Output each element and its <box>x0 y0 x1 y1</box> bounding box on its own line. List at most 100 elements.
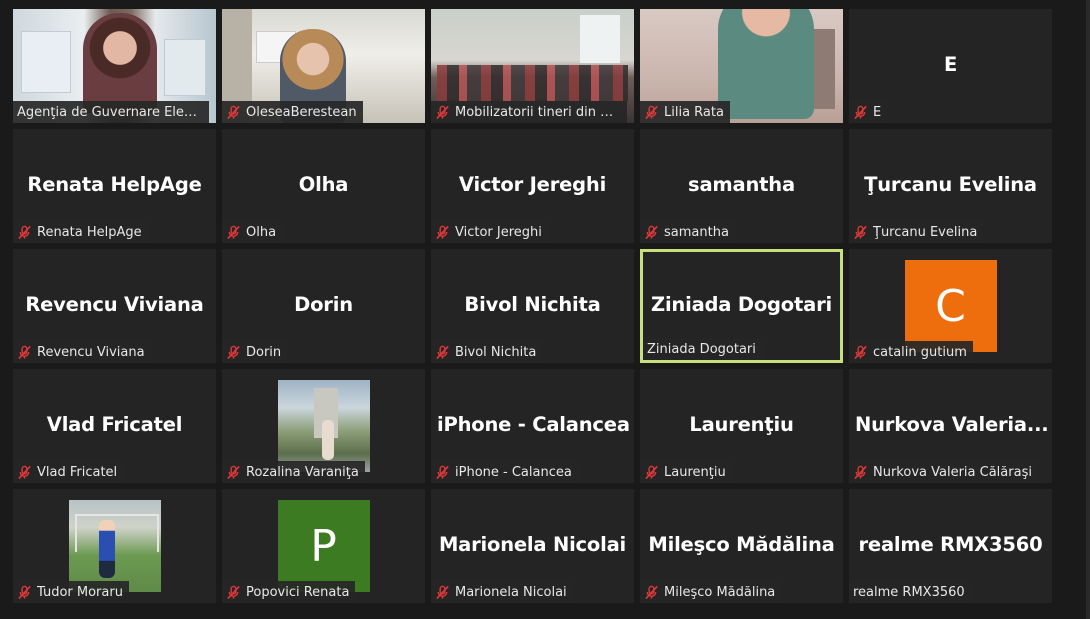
participant-display-name: Olha <box>298 173 349 196</box>
participant-name: Popovici Renata <box>246 584 350 600</box>
mic-muted-icon <box>645 105 658 119</box>
participant-name-label: Mobilizatorii tineri din or... <box>431 101 627 123</box>
participant-tile[interactable]: Marionela Nicolai Marionela Nicolai <box>431 489 634 603</box>
mic-muted-icon <box>227 465 240 479</box>
participant-name-label: Renata HelpAge <box>13 221 148 243</box>
participant-tile[interactable]: iPhone - Calancea iPhone - Calancea <box>431 369 634 483</box>
participant-tile[interactable]: Revencu Viviana Revencu Viviana <box>13 249 216 363</box>
participant-name: Dorin <box>246 344 282 360</box>
participant-name-label: E <box>849 101 888 123</box>
participant-tile[interactable]: Dorin Dorin <box>222 249 425 363</box>
participant-name-label: iPhone - Calancea <box>431 461 578 483</box>
mic-muted-icon <box>436 465 449 479</box>
mic-muted-icon <box>18 345 31 359</box>
participant-display-name: Dorin <box>294 293 353 316</box>
participant-name: Mobilizatorii tineri din or... <box>455 104 621 120</box>
participant-name: Olha <box>246 224 277 240</box>
participant-name: Mileşco Mădălina <box>664 584 776 600</box>
mic-muted-icon <box>18 225 31 239</box>
participant-name-label: Marionela Nicolai <box>431 581 573 603</box>
participant-name-label: Tudor Moraru <box>13 581 129 603</box>
mic-muted-icon <box>645 225 658 239</box>
participant-name-label: samantha <box>640 221 735 243</box>
participant-name: Laurenţiu <box>664 464 726 480</box>
participant-display-name: iPhone - Calancea <box>437 413 630 436</box>
participant-tile[interactable]: Vlad Fricatel Vlad Fricatel <box>13 369 216 483</box>
participant-name: Marionela Nicolai <box>455 584 567 600</box>
participant-tile[interactable]: samantha samantha <box>640 129 843 243</box>
mic-muted-icon <box>854 345 867 359</box>
mic-muted-icon <box>227 585 240 599</box>
participant-name-label: Mileşco Mădălina <box>640 581 782 603</box>
participant-tile[interactable]: Mileşco Mădălina Mileşco Mădălina <box>640 489 843 603</box>
participant-tile[interactable]: Victor Jereghi Victor Jereghi <box>431 129 634 243</box>
participant-name-label: Vlad Fricatel <box>13 461 124 483</box>
participant-name-label: Ţurcanu Evelina <box>849 221 984 243</box>
participant-name: samantha <box>664 224 729 240</box>
participant-name: Ţurcanu Evelina <box>873 224 978 240</box>
participant-tile[interactable]: Ziniada Dogotari Ziniada Dogotari <box>640 249 843 363</box>
participant-tile[interactable]: OleseaBerestean <box>222 9 425 123</box>
participant-display-name: Nurkova Valeria... <box>855 413 1049 436</box>
participant-name-label: Dorin <box>222 341 288 363</box>
participant-name-label: Laurenţiu <box>640 461 732 483</box>
participant-tile[interactable]: Laurenţiu Laurenţiu <box>640 369 843 483</box>
participant-name: Nurkova Valeria Călăraşi <box>873 464 1032 480</box>
participant-tile[interactable]: E E <box>849 9 1052 123</box>
participant-name: iPhone - Calancea <box>455 464 572 480</box>
mic-muted-icon <box>227 105 240 119</box>
mic-muted-icon <box>436 225 449 239</box>
mic-muted-icon <box>645 585 658 599</box>
participant-name: Revencu Viviana <box>37 344 145 360</box>
mic-muted-icon <box>18 585 31 599</box>
participant-name-label: Nurkova Valeria Călăraşi <box>849 461 1038 483</box>
mic-muted-icon <box>854 105 867 119</box>
participant-name: Rozalina Varaniţa <box>246 464 359 480</box>
participant-avatar: P <box>277 500 370 592</box>
mic-muted-icon <box>227 225 240 239</box>
participant-tile[interactable]: P Popovici Renata <box>222 489 425 603</box>
participant-tile[interactable]: Agenţia de Guvernare Electr... <box>13 9 216 123</box>
participant-display-name: samantha <box>688 173 795 196</box>
participant-name: Vlad Fricatel <box>37 464 118 480</box>
participant-name-label: realme RMX3560 <box>849 581 971 603</box>
participant-display-name: Marionela Nicolai <box>438 533 627 556</box>
participant-tile[interactable]: Mobilizatorii tineri din or... <box>431 9 634 123</box>
participant-tile[interactable]: C catalin gutium <box>849 249 1052 363</box>
participant-tile[interactable]: Nurkova Valeria... Nurkova Valeria Călăr… <box>849 369 1052 483</box>
participant-tile[interactable]: Lilia Rata <box>640 9 843 123</box>
mic-muted-icon <box>18 465 31 479</box>
participant-name-label: Ziniada Dogotari <box>643 338 762 360</box>
participant-tile[interactable]: Olha Olha <box>222 129 425 243</box>
participant-name: Renata HelpAge <box>37 224 142 240</box>
participant-display-name: Revencu Viviana <box>25 293 204 316</box>
mic-muted-icon <box>436 345 449 359</box>
participant-name: realme RMX3560 <box>853 584 965 600</box>
participant-name-label: Popovici Renata <box>222 581 356 603</box>
participant-profile-photo <box>277 380 370 472</box>
participant-name-label: Agenţia de Guvernare Electr... <box>13 101 209 123</box>
participant-tile[interactable]: Bivol Nichita Bivol Nichita <box>431 249 634 363</box>
participant-display-name: Victor Jereghi <box>458 173 607 196</box>
participant-name: Lilia Rata <box>664 104 724 120</box>
mic-muted-icon <box>854 225 867 239</box>
mic-muted-icon <box>645 465 658 479</box>
participant-name: Agenţia de Guvernare Electr... <box>17 104 203 120</box>
participant-name-label: Revencu Viviana <box>13 341 151 363</box>
participant-display-name: Mileşco Mădălina <box>648 533 835 556</box>
participant-tile[interactable]: Tudor Moraru <box>13 489 216 603</box>
participant-display-name: Ţurcanu Evelina <box>864 173 1037 196</box>
participant-tile[interactable]: Rozalina Varaniţa <box>222 369 425 483</box>
participant-tile[interactable]: Renata HelpAge Renata HelpAge <box>13 129 216 243</box>
participant-name-label: Bivol Nichita <box>431 341 543 363</box>
participant-name-label: Olha <box>222 221 283 243</box>
window-edge <box>1086 0 1090 619</box>
mic-muted-icon <box>436 105 449 119</box>
participant-name-label: Lilia Rata <box>640 101 730 123</box>
participant-tile[interactable]: Ţurcanu Evelina Ţurcanu Evelina <box>849 129 1052 243</box>
participant-display-name: realme RMX3560 <box>858 533 1043 556</box>
participant-name-label: catalin gutium <box>849 341 973 363</box>
participant-name: Bivol Nichita <box>455 344 537 360</box>
participant-tile[interactable]: realme RMX3560 realme RMX3560 <box>849 489 1052 603</box>
participant-name-label: Rozalina Varaniţa <box>222 461 365 483</box>
